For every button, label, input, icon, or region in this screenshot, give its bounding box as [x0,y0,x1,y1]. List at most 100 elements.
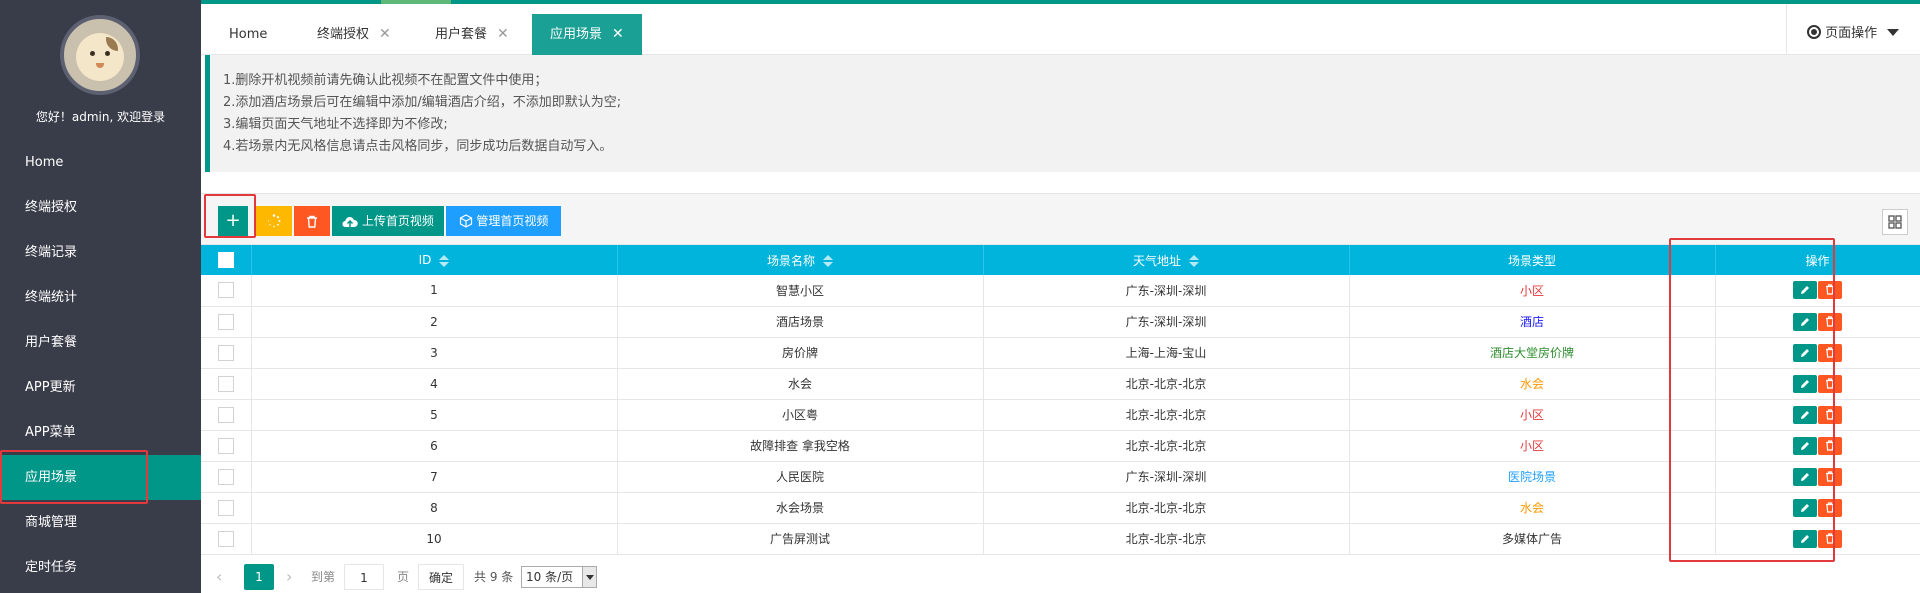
select-all-checkbox[interactable] [217,252,234,268]
highlight-box-add [204,194,256,238]
batch-delete-button[interactable] [294,206,330,236]
table-header-row: ID 场景名称 天气地址 场景类型 操作 [201,245,1920,275]
cell-name: 智慧小区 [617,275,984,307]
loading-button[interactable] [256,206,292,236]
close-icon[interactable]: ✕ [612,26,624,42]
header-label: 场景名称 [766,253,815,268]
row-checkbox[interactable] [217,344,234,361]
cell-weather: 北京-北京-北京 [983,430,1350,462]
sidebar-item-user-package[interactable]: 用户套餐 [0,320,201,365]
avatar-mouth [96,63,104,68]
row-checkbox[interactable] [217,437,234,454]
cell-name: 房价牌 [617,337,984,369]
tab-home[interactable]: Home [211,14,285,55]
row-checkbox[interactable] [217,282,234,299]
goto-label: 到第 [311,570,336,584]
row-select-cell[interactable] [201,306,252,338]
row-select-cell[interactable] [201,399,252,431]
sidebar-item-mall-management[interactable]: 商城管理 [0,500,201,545]
row-select-cell[interactable] [201,368,252,400]
row-select-cell[interactable] [201,492,252,524]
row-select-cell[interactable] [201,337,252,369]
grid-icon [1888,215,1902,229]
notice-line: 1.删除开机视频前请先确认此视频不在配置文件中使用； [223,73,548,88]
sort-icon[interactable] [823,255,833,267]
cell-weather: 广东-深圳-深圳 [983,461,1350,493]
header-weather[interactable]: 天气地址 [983,245,1350,275]
row-checkbox[interactable] [217,499,234,516]
tab-label: 用户套餐 [435,27,488,42]
cell-id: 3 [251,337,618,369]
sidebar-item-app-update[interactable]: APP更新 [0,365,201,410]
cell-name: 人民医院 [617,461,984,493]
highlight-box-type [1669,238,1835,562]
upload-home-video-button[interactable]: 上传首页视频 [332,206,444,236]
page-size-select[interactable]: 10 条/页 [521,566,597,588]
cell-id: 1 [251,275,618,307]
welcome-text: 您好！admin, 欢迎登录 [35,110,166,124]
scene-table: ID 场景名称 天气地址 场景类型 操作 1 智慧小区 广东-深圳-深圳 小区 2 酒店场… [201,245,1920,555]
page-operations-menu[interactable]: 页面操作 [1786,4,1920,55]
sidebar-item-app-menu[interactable]: APP菜单 [0,410,201,455]
table-row: 1 智慧小区 广东-深圳-深圳 小区 [201,275,1920,307]
prev-page-button[interactable]: ‹ [216,564,222,590]
row-checkbox[interactable] [217,375,234,392]
goto-confirm-button[interactable]: 确定 [418,564,464,590]
header-id[interactable]: ID [251,245,618,275]
cloud-upload-icon [342,217,358,228]
sidebar-item-home[interactable]: Home [0,140,201,185]
row-checkbox[interactable] [217,406,234,423]
trash-icon [307,215,317,228]
manage-home-video-label: 管理首页视频 [476,214,549,228]
page-unit-label: 页 [397,570,410,584]
row-checkbox[interactable] [217,313,234,330]
toolbar: + 上传首页视频 管理首页视频 [201,193,1920,245]
dropdown-arrow-icon[interactable] [582,567,596,587]
tab-app-scene[interactable]: 应用场景 ✕ [532,14,642,55]
cell-type: 小区 [1349,399,1716,431]
sidebar-item-terminal-records[interactable]: 终端记录 [0,230,201,275]
cell-id: 5 [251,399,618,431]
sidebar-item-terminal-auth[interactable]: 终端授权 [0,185,201,230]
cell-id: 7 [251,461,618,493]
app-root: 您好！admin, 欢迎登录 Home 终端授权 终端记录 终端统计 用户套餐 APP更新… [0,0,1920,593]
cell-type: 酒店 [1349,306,1716,338]
table-row: 2 酒店场景 广东-深圳-深圳 酒店 [201,306,1920,338]
row-select-cell[interactable] [201,461,252,493]
row-select-cell[interactable] [201,430,252,462]
sidebar-item-scheduled-tasks[interactable]: 定时任务 [0,545,201,590]
avatar-eye-right [105,51,110,56]
cell-type: 多媒体广告 [1349,523,1716,555]
tab-terminal-auth[interactable]: 终端授权 ✕ [299,14,409,55]
header-name[interactable]: 场景名称 [617,245,984,275]
column-filter-button[interactable] [1882,209,1908,235]
cell-id: 8 [251,492,618,524]
notice-line: 2.添加酒店场景后可在编辑中添加/编辑酒店介绍，不添加即默认为空; [223,95,622,110]
avatar-face [76,33,124,81]
row-checkbox[interactable] [217,468,234,485]
header-select-all[interactable] [201,245,252,275]
page-size-value: 10 条/页 [526,570,574,584]
next-page-button[interactable]: › [286,564,292,590]
row-select-cell[interactable] [201,523,252,555]
tab-label: 应用场景 [550,27,603,42]
sidebar-item-terminal-stats[interactable]: 终端统计 [0,275,201,320]
close-icon[interactable]: ✕ [497,26,509,42]
tab-user-package[interactable]: 用户套餐 ✕ [417,14,527,55]
cell-id: 2 [251,306,618,338]
avatar[interactable] [60,15,140,95]
sort-icon[interactable] [439,254,450,267]
goto-page-input[interactable]: 1 [344,564,384,590]
row-select-cell[interactable] [201,275,252,307]
page-operations-label: 页面操作 [1825,26,1878,41]
close-icon[interactable]: ✕ [379,26,391,42]
current-page[interactable]: 1 [244,564,274,590]
table-row: 6 故障排查 拿我空格 北京-北京-北京 小区 [201,430,1920,462]
header-label: 场景类型 [1507,253,1556,268]
manage-home-video-button[interactable]: 管理首页视频 [446,206,561,236]
row-checkbox[interactable] [217,530,234,547]
sort-icon[interactable] [1189,255,1199,267]
upload-home-video-label: 上传首页视频 [361,214,434,228]
cell-type: 水会 [1349,368,1716,400]
cell-id: 4 [251,368,618,400]
